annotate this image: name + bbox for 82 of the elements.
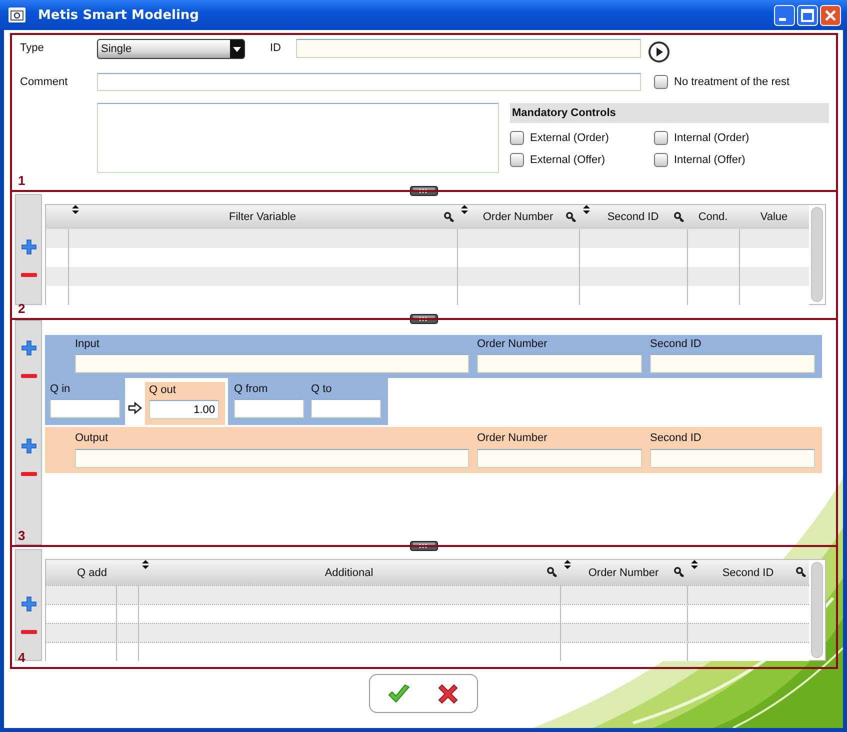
cancel-button[interactable] <box>436 682 460 706</box>
field-label: ID <box>270 41 282 56</box>
type-dropdown[interactable]: Single <box>97 39 245 59</box>
scrollbar-thumb[interactable] <box>811 207 823 302</box>
key-icon <box>674 212 684 222</box>
column-header[interactable]: Value <box>760 211 788 223</box>
close-button[interactable] <box>820 4 841 26</box>
key-icon <box>547 567 557 577</box>
add-button[interactable] <box>20 596 36 612</box>
input-field[interactable] <box>650 448 815 468</box>
input-field[interactable] <box>50 399 120 418</box>
input-field[interactable] <box>234 399 304 418</box>
maximize-button[interactable] <box>797 4 818 26</box>
minimize-button[interactable] <box>774 4 795 26</box>
group-header: Mandatory Controls <box>510 103 829 123</box>
confirm-button[interactable] <box>387 682 411 704</box>
key-icon <box>444 212 454 222</box>
table-row[interactable] <box>46 623 809 642</box>
input-field[interactable] <box>650 354 815 373</box>
sort-icon[interactable] <box>461 205 468 214</box>
section-number: 1 <box>18 173 26 188</box>
field-label: Second ID <box>650 432 702 446</box>
field-label: Comment <box>20 75 69 90</box>
table-row[interactable] <box>46 604 809 623</box>
field-label: Order Number <box>477 338 548 352</box>
table-row[interactable] <box>46 585 809 604</box>
notes-field[interactable] <box>97 103 499 173</box>
column-header[interactable]: Second ID <box>607 211 659 223</box>
field-label: Type <box>20 41 45 56</box>
table-row[interactable] <box>46 642 809 661</box>
input-field[interactable] <box>75 354 469 373</box>
key-icon <box>674 567 684 577</box>
checkbox-label: External (Order) <box>530 132 609 144</box>
play-button[interactable] <box>648 41 670 63</box>
field-label: Input <box>75 338 100 352</box>
checkbox[interactable] <box>510 153 524 167</box>
checkbox-label: External (Offer) <box>530 154 605 166</box>
key-icon <box>796 567 806 577</box>
sort-icon[interactable] <box>691 560 698 569</box>
column-header[interactable]: Additional <box>324 566 374 578</box>
key-icon <box>566 212 576 222</box>
add-button[interactable] <box>20 239 36 255</box>
window-title: Metis Smart Modeling <box>38 8 200 22</box>
checkbox[interactable] <box>510 131 524 145</box>
column-header[interactable]: Second ID <box>722 566 774 578</box>
checkbox-label: Internal (Offer) <box>674 154 746 166</box>
section-number: 4 <box>18 650 26 665</box>
checkbox-label: No treatment of the rest <box>674 75 790 90</box>
field-label: Q from <box>234 383 269 395</box>
input-field[interactable] <box>477 354 642 373</box>
scrollbar-thumb[interactable] <box>811 562 823 658</box>
checkbox[interactable] <box>654 153 668 167</box>
checkbox[interactable] <box>654 75 668 89</box>
column-header[interactable]: Order Number <box>482 211 554 223</box>
input-field[interactable] <box>477 448 642 468</box>
input-field[interactable] <box>311 399 381 418</box>
column-header[interactable]: Cond. <box>698 211 728 223</box>
checkbox[interactable] <box>654 131 668 145</box>
column-header[interactable]: Q add <box>77 566 107 578</box>
input-field[interactable] <box>296 39 641 58</box>
sort-icon[interactable] <box>564 560 571 569</box>
input-field[interactable]: 1.00 <box>149 400 219 419</box>
field-label: Q to <box>311 383 333 395</box>
field-label: Q out <box>149 384 177 396</box>
field-label: Order Number <box>477 432 548 446</box>
sort-icon[interactable] <box>142 560 149 569</box>
add-button[interactable] <box>20 438 36 454</box>
checkbox-label: Internal (Order) <box>674 132 750 144</box>
field-label: Output <box>75 432 110 446</box>
sort-icon[interactable] <box>583 205 590 214</box>
column-header[interactable]: Order Number <box>588 566 659 578</box>
field-label: Q in <box>50 383 72 395</box>
column-header[interactable]: Filter Variable <box>228 211 296 223</box>
input-field[interactable] <box>75 448 469 468</box>
field-label: Second ID <box>650 338 702 352</box>
arrow-icon <box>128 402 142 414</box>
section-number: 3 <box>18 528 26 543</box>
add-button[interactable] <box>20 340 36 356</box>
sort-icon[interactable] <box>72 205 79 214</box>
window-icon <box>8 7 26 23</box>
input-field[interactable] <box>97 73 641 91</box>
section-number: 2 <box>18 301 26 316</box>
